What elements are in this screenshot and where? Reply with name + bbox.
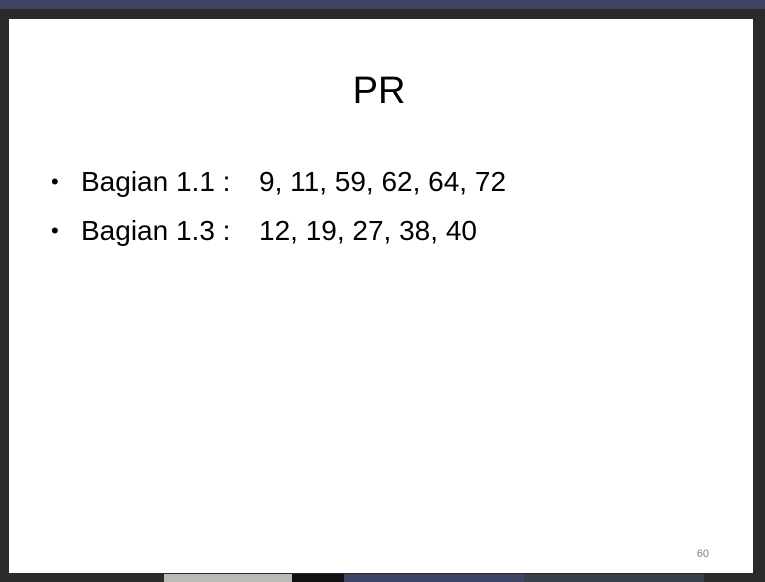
top-toolbar-strip [0,0,765,9]
bullet-marker: • [51,217,59,243]
bullet-values: 12, 19, 27, 38, 40 [259,214,477,246]
list-item: • Bagian 1.3 : 12, 19, 27, 38, 40 [51,206,506,255]
taskbar-tab[interactable] [344,574,524,582]
list-item: • Bagian 1.1 : 9, 11, 59, 62, 64, 72 [51,157,506,206]
video-thumbnail[interactable] [292,574,344,582]
bullet-marker: • [51,168,59,194]
slide-canvas: PR • Bagian 1.1 : 9, 11, 59, 62, 64, 72 … [9,19,753,579]
video-thumbnail[interactable] [164,574,292,582]
slide-page-number: 60 [696,548,709,560]
taskbar-tab[interactable] [524,574,704,582]
bullet-list: • Bagian 1.1 : 9, 11, 59, 62, 64, 72 • B… [51,157,506,255]
bullet-values: 9, 11, 59, 62, 64, 72 [259,165,507,197]
bullet-label: Bagian 1.3 : [81,214,231,246]
presentation-viewer: PR • Bagian 1.1 : 9, 11, 59, 62, 64, 72 … [0,0,765,582]
slide-title: PR [352,70,406,112]
bullet-label: Bagian 1.1 : [81,165,231,197]
slide-frame: PR • Bagian 1.1 : 9, 11, 59, 62, 64, 72 … [0,9,765,579]
